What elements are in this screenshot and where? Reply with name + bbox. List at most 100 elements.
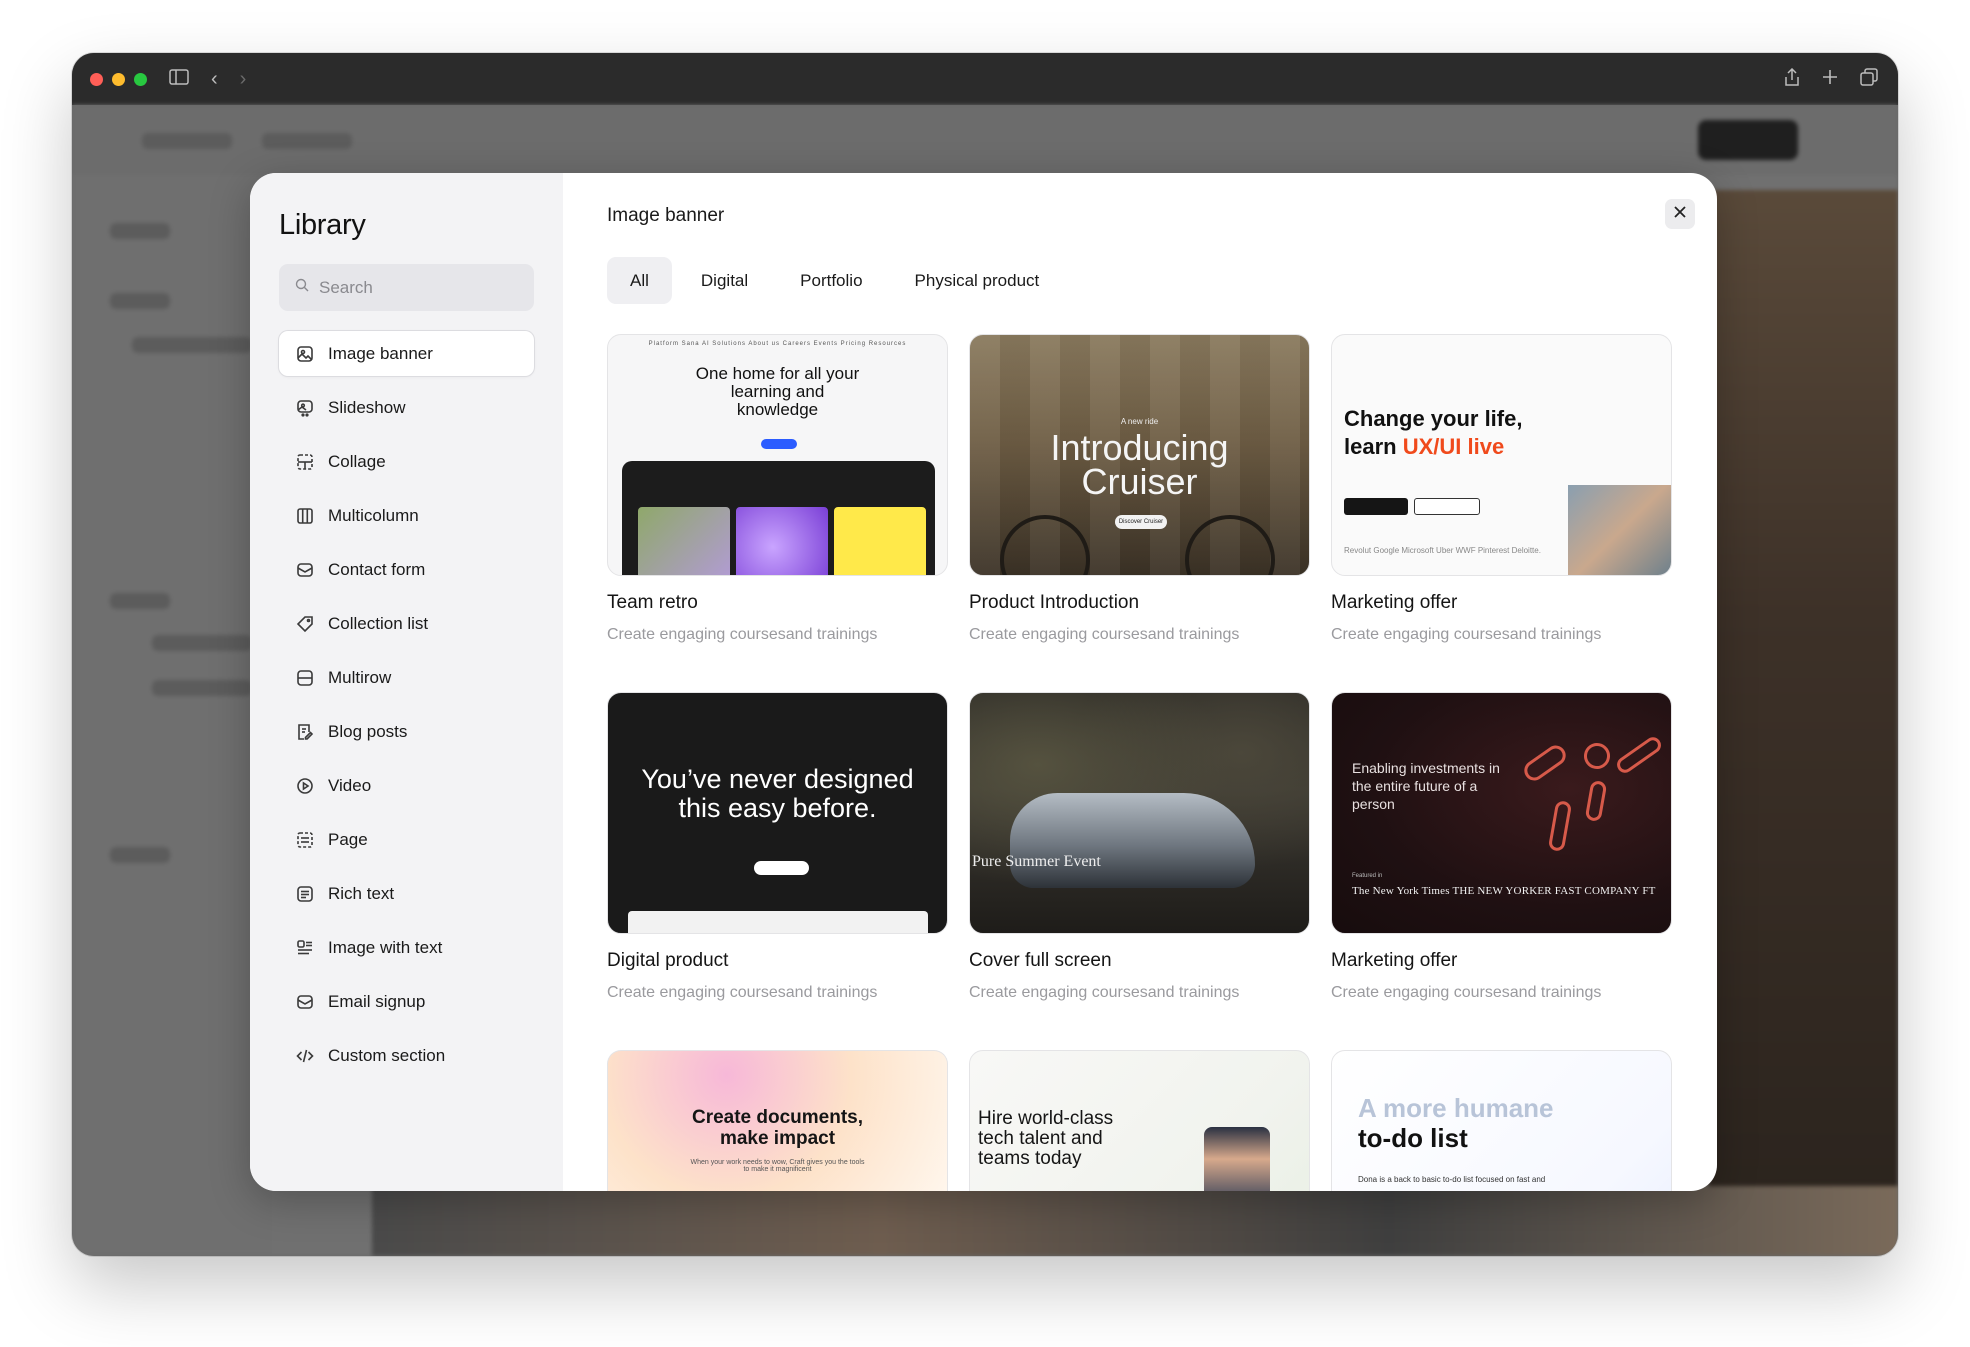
minimize-window-button[interactable] (112, 72, 125, 86)
forward-icon[interactable]: › (240, 69, 247, 89)
sidebar-item-email-signup[interactable]: Email signup (279, 979, 534, 1024)
tab-physical-product[interactable]: Physical product (892, 257, 1063, 304)
tab-all[interactable]: All (607, 257, 672, 304)
sidebar-item-label: Blog posts (328, 721, 408, 741)
section-title: Image banner (607, 205, 725, 226)
back-icon[interactable]: ‹ (211, 69, 218, 89)
thumbnail-nav: Platform Sana AI Solutions About us Care… (648, 341, 907, 347)
tag-icon (296, 615, 314, 633)
thumbnail-headline: Change your life, learn UX/UI live (1344, 406, 1523, 459)
tab-portfolio[interactable]: Portfolio (777, 257, 885, 304)
slideshow-icon (296, 399, 314, 417)
thumbnail-headline: Hire world-class tech talent and teams t… (978, 1108, 1114, 1169)
template-thumbnail: A more humane to-do list Dona is a back … (1331, 1050, 1672, 1191)
template-thumbnail: Platform Sana AI Solutions About us Care… (607, 334, 948, 576)
mail-icon (296, 993, 314, 1011)
sidebar-item-contact-form[interactable]: Contact form (279, 547, 534, 592)
rows-icon (296, 669, 314, 687)
library-modal: Library Image banner Slideshow Collage (250, 173, 1717, 1191)
thumbnail-headline: Enabling investments in the entire futur… (1352, 760, 1500, 812)
sidebar-item-label: Image banner (328, 343, 433, 363)
mail-icon (296, 561, 314, 579)
document-edit-icon (296, 723, 314, 741)
template-card[interactable]: Create documents, make impact When your … (607, 1050, 948, 1191)
collage-icon (296, 453, 314, 471)
tab-digital[interactable]: Digital (678, 257, 771, 304)
play-icon (296, 777, 314, 795)
template-card[interactable]: Enabling investments in the entire futur… (1331, 692, 1672, 1050)
card-description: Create engaging coursesand trainings (607, 626, 878, 643)
close-window-button[interactable] (90, 72, 103, 86)
template-card[interactable]: Change your life, learn UX/UI live Revol… (1331, 334, 1672, 692)
sidebar-item-multicolumn[interactable]: Multicolumn (279, 493, 534, 538)
sidebar-item-collage[interactable]: Collage (279, 439, 534, 484)
sidebar-item-custom-section[interactable]: Custom section (279, 1033, 534, 1078)
template-thumbnail: Enabling investments in the entire futur… (1331, 692, 1672, 934)
card-title: Digital product (607, 950, 729, 971)
thumbnail-brands: The New York Times THE NEW YORKER FAST C… (1352, 885, 1656, 897)
card-description: Create engaging coursesand trainings (969, 984, 1240, 1001)
card-description: Create engaging coursesand trainings (1331, 626, 1602, 643)
template-thumbnail: Change your life, learn UX/UI live Revol… (1331, 334, 1672, 576)
sidebar-item-collection-list[interactable]: Collection list (279, 601, 534, 646)
close-button[interactable] (1665, 199, 1695, 229)
template-card[interactable]: A new ride Introducing Cruiser Discover … (969, 334, 1310, 692)
sidebar-item-slideshow[interactable]: Slideshow (279, 385, 534, 430)
share-icon[interactable] (1784, 67, 1800, 91)
thumbnail-headline: Pure Summer Event (972, 853, 1101, 870)
card-description: Create engaging coursesand trainings (1331, 984, 1602, 1001)
card-title: Team retro (607, 592, 698, 613)
sidebar-item-video[interactable]: Video (279, 763, 534, 808)
sidebar-item-page[interactable]: Page (279, 817, 534, 862)
thumbnail-headline: A more humane (1358, 1093, 1554, 1123)
search-icon (295, 278, 309, 297)
sidebar-item-label: Collage (328, 451, 386, 471)
sidebar-item-label: Video (328, 775, 372, 795)
image-text-icon (296, 939, 314, 957)
sidebar-item-blog-posts[interactable]: Blog posts (279, 709, 534, 754)
text-icon (296, 885, 314, 903)
maximize-window-button[interactable] (134, 72, 147, 86)
template-thumbnail: Hire world-class tech talent and teams t… (969, 1050, 1310, 1191)
card-title: Product Introduction (969, 592, 1140, 613)
close-icon (1673, 205, 1687, 224)
sidebar-item-label: Custom section (328, 1045, 446, 1065)
sidebar-toggle-icon[interactable] (169, 69, 189, 89)
template-card[interactable]: Pure Summer Event Cover full screen Crea… (969, 692, 1310, 1050)
template-thumbnail: A new ride Introducing Cruiser Discover … (969, 334, 1310, 576)
sidebar-item-label: Collection list (328, 613, 429, 633)
thumbnail-subtext: When your work needs to wow, Craft gives… (690, 1159, 865, 1173)
library-title: Library (279, 209, 366, 241)
template-card[interactable]: You’ve never designed this easy before. … (607, 692, 948, 1050)
template-grid: Platform Sana AI Solutions About us Care… (607, 334, 1672, 1191)
sidebar-item-label: Slideshow (328, 397, 406, 417)
template-card[interactable]: Platform Sana AI Solutions About us Care… (607, 334, 948, 692)
new-tab-icon[interactable] (1822, 69, 1838, 90)
card-title: Marketing offer (1331, 592, 1458, 613)
search-box[interactable] (279, 264, 534, 311)
sidebar-item-label: Contact form (328, 559, 426, 579)
browser-window: ‹ › Library Search Image banner Slidesho… (72, 53, 1898, 1256)
template-card[interactable]: Hire world-class tech talent and teams t… (969, 1050, 1310, 1191)
sidebar-item-label: Multirow (328, 667, 392, 687)
portrait-image (1204, 1127, 1270, 1191)
image-icon (296, 345, 314, 363)
thumbnail-headline: Introducing Cruiser (1050, 427, 1229, 502)
template-thumbnail: Pure Summer Event (969, 692, 1310, 934)
sidebar-item-image-with-text[interactable]: Image with text (279, 925, 534, 970)
thumbnail-headline: One home for all your learning and knowl… (695, 364, 860, 419)
template-thumbnail: You’ve never designed this easy before. (607, 692, 948, 934)
template-card[interactable]: A more humane to-do list Dona is a back … (1331, 1050, 1672, 1191)
sidebar-item-label: Page (328, 829, 368, 849)
card-title: Marketing offer (1331, 950, 1458, 971)
sidebar-item-image-banner[interactable]: Image banner (279, 331, 534, 376)
sidebar-item-label: Multicolumn (328, 505, 419, 525)
sidebar-item-multirow[interactable]: Multirow (279, 655, 534, 700)
thumbnail-headline-secondary: to-do list (1358, 1123, 1468, 1153)
sidebar-item-rich-text[interactable]: Rich text (279, 871, 534, 916)
sidebar-item-label: Rich text (328, 883, 395, 903)
search-input[interactable] (319, 277, 519, 298)
card-description: Create engaging coursesand trainings (607, 984, 878, 1001)
tabs-overview-icon[interactable] (1860, 67, 1878, 91)
code-icon (296, 1047, 314, 1065)
